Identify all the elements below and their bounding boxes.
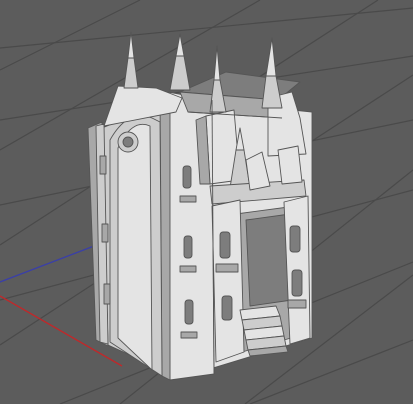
left-arch-inner [117,123,153,371]
spire-3 [213,45,221,81]
spire-2-base [169,55,191,91]
spire-1-base [123,57,139,89]
spire-4 [265,37,277,77]
round-window-inner-icon [122,136,134,148]
viewport-canvas[interactable] [0,0,413,404]
dormer-right [277,145,303,185]
gothic-building-model[interactable] [87,31,313,381]
archway-left-jamb [211,199,245,363]
3d-viewport[interactable] [0,0,413,404]
